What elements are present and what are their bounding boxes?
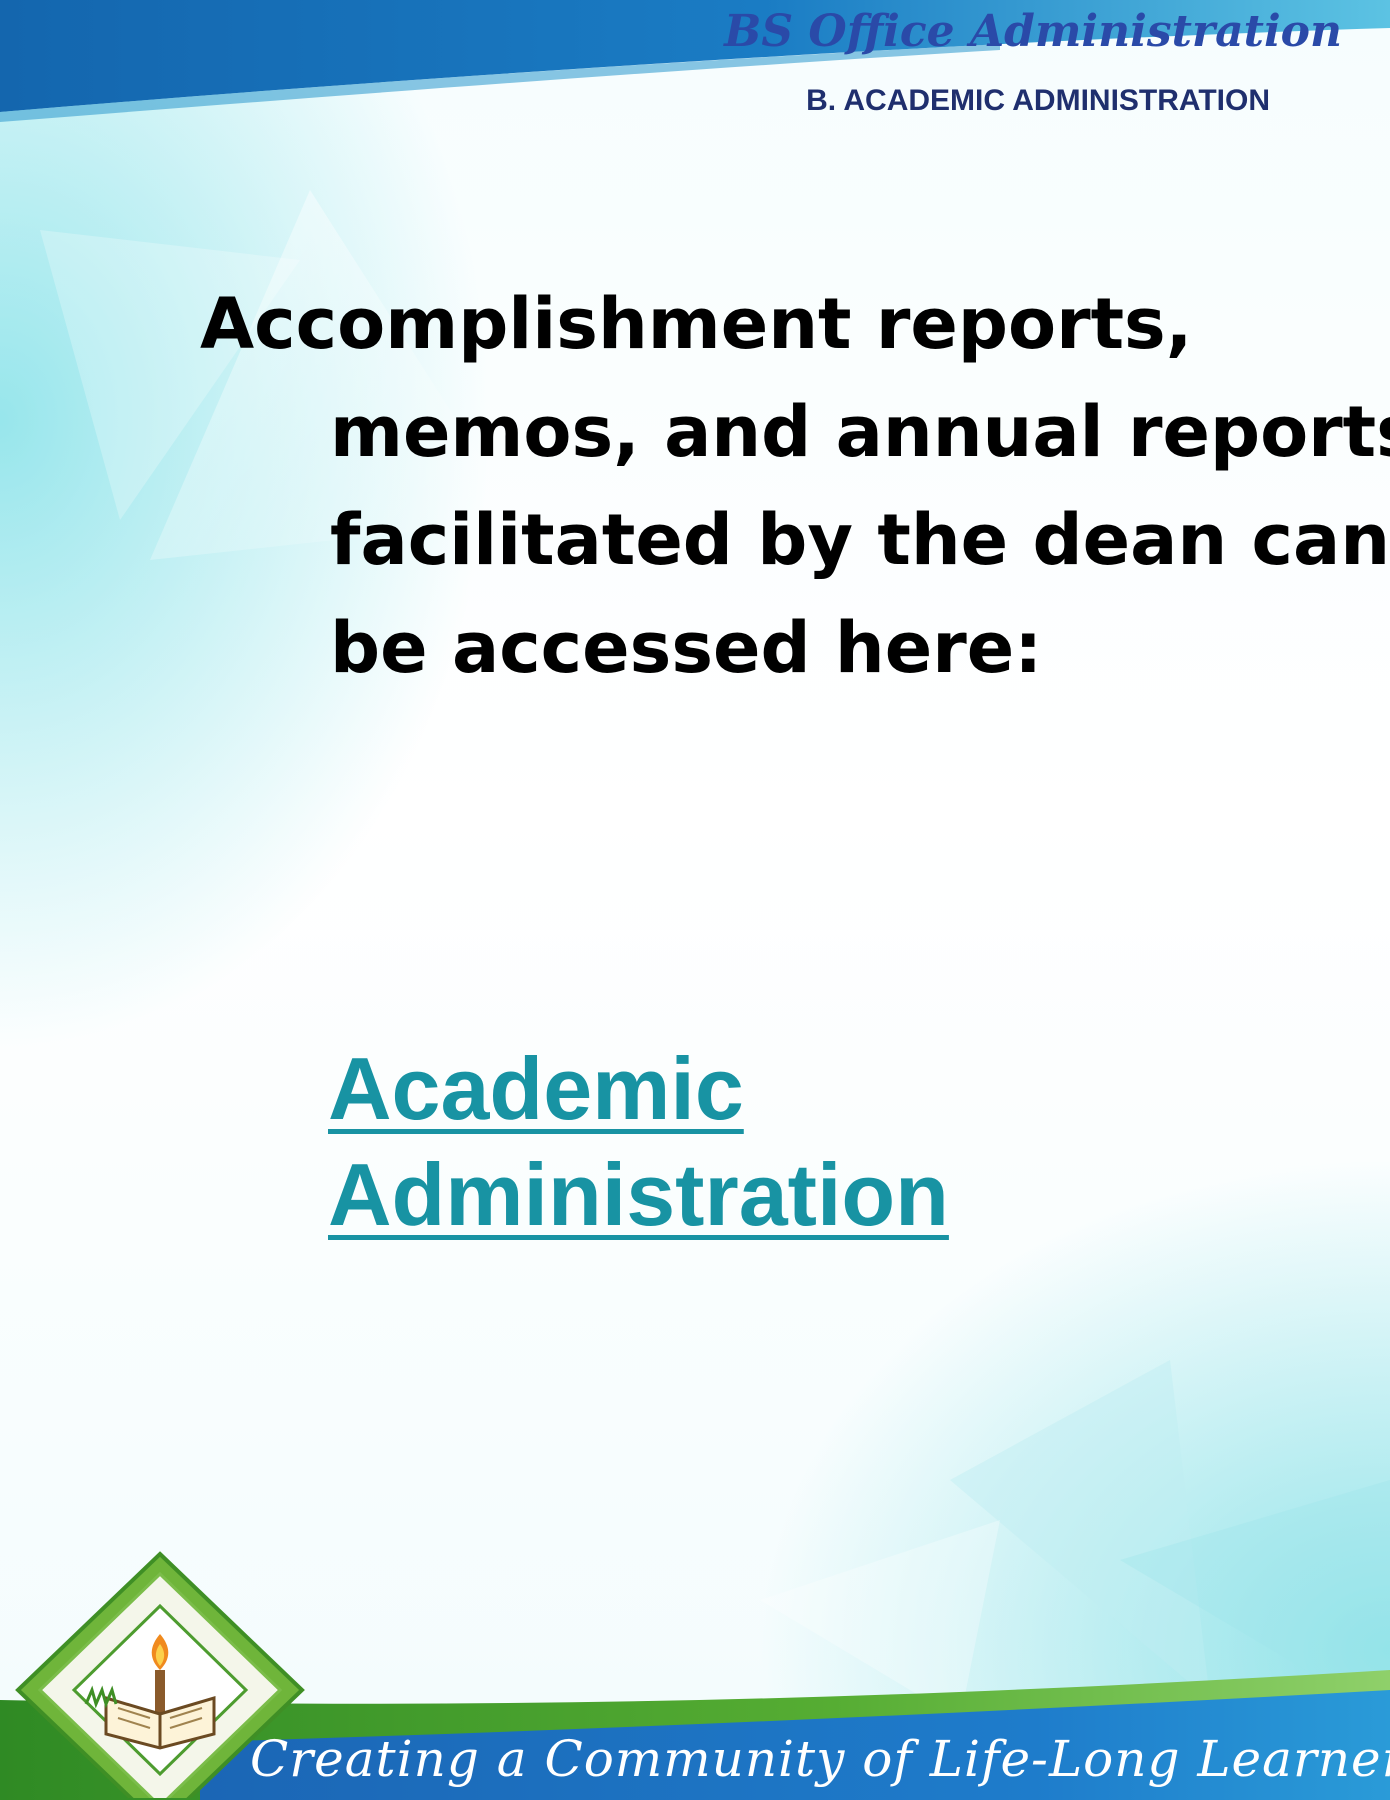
program-title: BS Office Administration xyxy=(724,6,1342,57)
footer-slogan: Creating a Community of Life-Long Learne… xyxy=(250,1730,1390,1788)
body-paragraph: Accomplishment reports, memos, and annua… xyxy=(200,283,1390,689)
document-page: BS Office Administration B. ACADEMIC ADM… xyxy=(0,0,1390,1800)
academic-administration-link[interactable]: Academic Administration xyxy=(328,1036,1128,1248)
section-heading: B. ACADEMIC ADMINISTRATION xyxy=(806,84,1270,117)
